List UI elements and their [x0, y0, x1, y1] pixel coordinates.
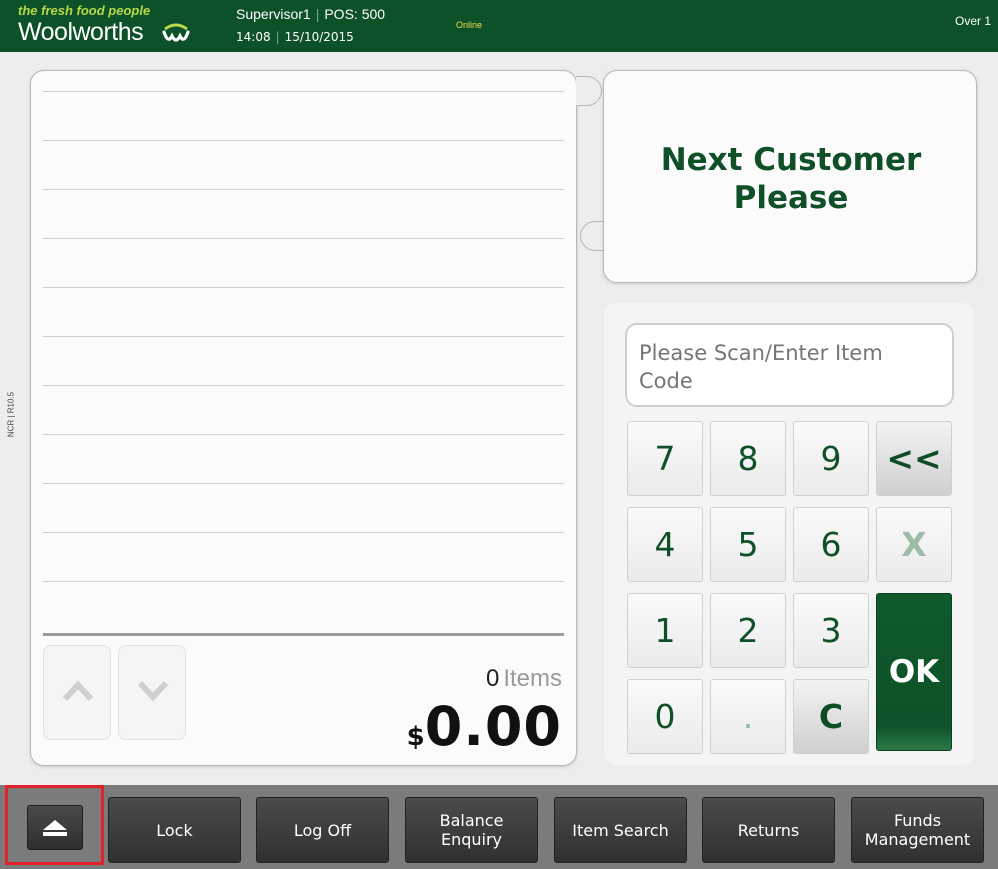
clock-time: 14:08	[236, 30, 271, 44]
receipt-row-line	[43, 483, 564, 484]
datetime-info: 14:08 | 15/10/2015	[236, 30, 354, 44]
receipt-row-line	[43, 287, 564, 288]
woolworths-w-logo-icon	[162, 23, 190, 42]
keypad-panel: 7 8 9 << 4 5 6 X 1 2 3 OK 0 . C	[604, 303, 974, 765]
divider: |	[315, 6, 320, 22]
message-panel: Next Customer Please	[603, 70, 977, 283]
bottom-toolbar: Lock Log Off Balance Enquiry Item Search…	[0, 785, 998, 869]
void-x-button[interactable]: X	[876, 507, 952, 582]
key-5[interactable]: 5	[710, 507, 786, 582]
key-decimal[interactable]: .	[710, 679, 786, 754]
currency-symbol: $	[406, 722, 425, 752]
items-count-value: 0	[485, 665, 500, 692]
receipt-row-line	[43, 91, 564, 92]
total-amount: 0.00	[424, 695, 562, 758]
receipt-row-line	[43, 581, 564, 582]
receipt-row-line	[43, 336, 564, 337]
backspace-button[interactable]: <<	[876, 421, 952, 496]
current-date: 15/10/2015	[284, 30, 354, 44]
connection-status: Online	[456, 20, 483, 30]
receipt-row-line	[43, 385, 564, 386]
eject-button[interactable]	[27, 805, 83, 850]
brand-name: Woolworths	[18, 18, 144, 46]
key-4[interactable]: 4	[627, 507, 703, 582]
items-count-label: Items	[503, 665, 562, 692]
items-count: 0 Items	[486, 665, 562, 693]
eject-icon	[43, 819, 67, 836]
key-6[interactable]: 6	[793, 507, 869, 582]
header-right-text: Over 1	[955, 14, 992, 28]
key-7[interactable]: 7	[627, 421, 703, 496]
returns-button[interactable]: Returns	[702, 797, 835, 863]
chevron-up-icon	[62, 680, 94, 702]
scroll-down-button[interactable]	[118, 645, 186, 740]
operator-info: Supervisor1 | POS: 500	[236, 6, 385, 22]
operator-name: Supervisor1	[236, 6, 311, 22]
key-9[interactable]: 9	[793, 421, 869, 496]
header-bar: the fresh food people Woolworths Supervi…	[0, 0, 998, 52]
key-0[interactable]: 0	[627, 679, 703, 754]
log-off-button[interactable]: Log Off	[256, 797, 389, 863]
receipt-row-line	[43, 238, 564, 239]
receipt-panel: 0 Items $0.00	[30, 70, 577, 766]
panel-connector	[576, 76, 602, 106]
receipt-row-line	[43, 434, 564, 435]
pos-number: POS: 500	[324, 6, 386, 22]
version-label: NCR | R10.5	[6, 391, 16, 438]
clear-button[interactable]: C	[793, 679, 869, 754]
item-search-button[interactable]: Item Search	[554, 797, 687, 863]
receipt-divider	[43, 633, 564, 636]
ok-button[interactable]: OK	[876, 593, 952, 751]
funds-management-button[interactable]: Funds Management	[851, 797, 984, 863]
order-total: $0.00	[407, 695, 562, 758]
key-8[interactable]: 8	[710, 421, 786, 496]
receipt-row-line	[43, 532, 564, 533]
item-code-input[interactable]	[625, 323, 954, 407]
receipt-row-line	[43, 189, 564, 190]
receipt-row-line	[43, 140, 564, 141]
divider: |	[275, 30, 280, 44]
balance-enquiry-button[interactable]: Balance Enquiry	[405, 797, 538, 863]
chevron-down-icon	[137, 680, 169, 702]
customer-prompt: Next Customer Please	[660, 142, 922, 216]
lock-button[interactable]: Lock	[108, 797, 241, 863]
key-2[interactable]: 2	[710, 593, 786, 668]
key-1[interactable]: 1	[627, 593, 703, 668]
brand-tagline: the fresh food people	[18, 3, 151, 18]
highlight-frame	[5, 785, 104, 865]
key-3[interactable]: 3	[793, 593, 869, 668]
scroll-up-button[interactable]	[43, 645, 111, 740]
